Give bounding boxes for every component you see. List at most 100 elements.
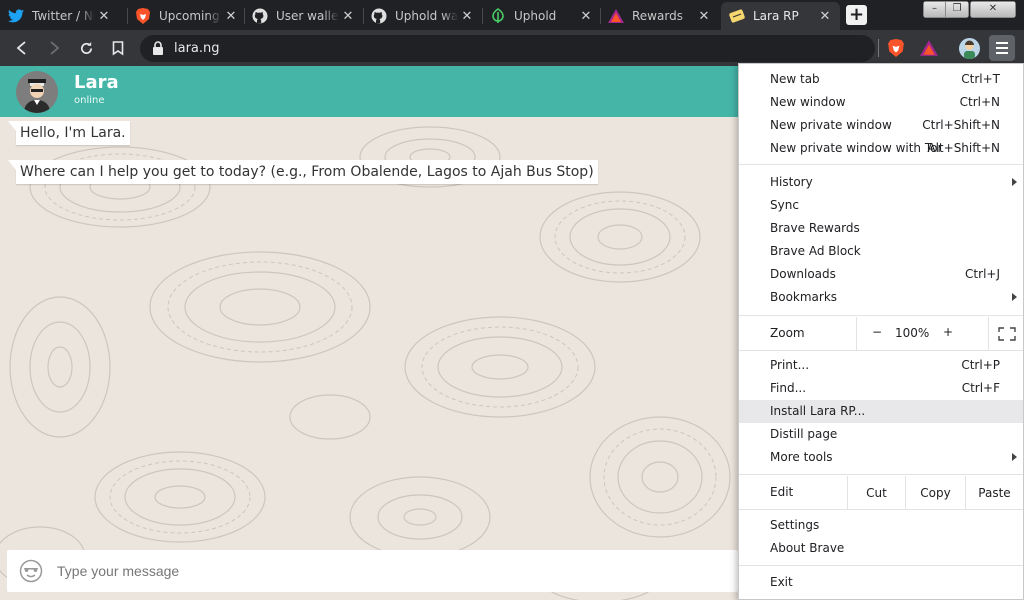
menu-edit-row: Edit Cut Copy Paste — [739, 476, 1023, 509]
menu-item-new-window[interactable]: New window Ctrl+N — [739, 91, 1023, 114]
paste-button[interactable]: Paste — [965, 476, 1023, 509]
message-input[interactable] — [57, 558, 717, 584]
tab-uphold-wallet[interactable]: Uphold wall ✕ — [363, 2, 482, 30]
lara-icon — [729, 8, 745, 24]
close-icon[interactable]: ✕ — [339, 9, 357, 24]
menu-item-label: Print... — [770, 358, 810, 372]
reload-button[interactable] — [74, 36, 98, 60]
close-icon[interactable]: ✕ — [222, 9, 240, 24]
menu-item-about-brave[interactable]: About Brave — [739, 537, 1023, 560]
menu-separator — [739, 164, 1023, 165]
profile-avatar[interactable] — [959, 38, 980, 59]
tab-user-wallet[interactable]: User wallet ✕ — [244, 2, 363, 30]
menu-separator — [739, 565, 1023, 566]
copy-button[interactable]: Copy — [905, 476, 965, 509]
menu-item-label: New window — [770, 95, 846, 109]
menu-item-new-private-window[interactable]: New private window Ctrl+Shift+N — [739, 114, 1023, 137]
forward-button[interactable] — [42, 36, 66, 60]
menu-item-install-app[interactable]: Install Lara RP... — [739, 400, 1023, 423]
back-icon — [16, 41, 26, 55]
menu-item-new-tab[interactable]: New tab Ctrl+T — [739, 68, 1023, 91]
menu-item-find[interactable]: Find... Ctrl+F — [739, 377, 1023, 400]
message-bubble: Where can I help you get to today? (e.g.… — [8, 160, 598, 184]
menu-item-shortcut: Ctrl+T — [961, 72, 1000, 86]
bot-avatar — [16, 71, 58, 113]
menu-item-label: Brave Rewards — [770, 221, 860, 235]
brave-rewards-button[interactable] — [917, 36, 941, 60]
fullscreen-button[interactable] — [988, 317, 1024, 350]
rewards-triangle-icon — [920, 40, 938, 56]
menu-item-downloads[interactable]: Downloads Ctrl+J — [739, 263, 1023, 286]
menu-item-shortcut: Ctrl+N — [959, 95, 1000, 109]
brave-shields-button[interactable] — [884, 36, 908, 60]
tab-title: User wallet — [276, 9, 339, 23]
address-bar[interactable]: lara.ng — [140, 35, 875, 62]
zoom-controls: − 100% + — [856, 317, 1024, 350]
menu-item-label: Sync — [770, 198, 799, 212]
zoom-out-button[interactable]: − — [870, 325, 884, 339]
menu-item-brave-ad-block[interactable]: Brave Ad Block — [739, 240, 1023, 263]
tab-title: Twitter / No — [32, 9, 95, 23]
main-menu-button[interactable] — [989, 35, 1015, 61]
menu-item-label: More tools — [770, 450, 833, 464]
menu-item-brave-rewards[interactable]: Brave Rewards — [739, 217, 1023, 240]
menu-separator — [739, 315, 1023, 316]
close-window-button[interactable]: ✕ — [970, 1, 1016, 18]
menu-item-label: Install Lara RP... — [770, 404, 866, 418]
menu-item-bookmarks[interactable]: Bookmarks — [739, 286, 1023, 309]
bookmark-icon — [112, 40, 124, 55]
cut-button[interactable]: Cut — [847, 476, 905, 509]
menu-item-shortcut: Ctrl+F — [961, 381, 1000, 395]
close-window-icon: ✕ — [971, 2, 1015, 17]
menu-item-label: Downloads — [770, 267, 836, 281]
menu-item-sync[interactable]: Sync — [739, 194, 1023, 217]
brave-icon — [135, 8, 151, 24]
tab-title: Uphold — [514, 9, 557, 23]
close-icon[interactable]: ✕ — [458, 9, 476, 24]
menu-item-history[interactable]: History — [739, 171, 1023, 194]
restore-icon[interactable]: ❐ — [946, 2, 968, 17]
menu-item-label: Find... — [770, 381, 807, 395]
tab-rewards[interactable]: Rewards ✕ — [600, 2, 719, 30]
close-icon[interactable]: ✕ — [695, 9, 713, 24]
toolbar: lara.ng — [0, 30, 1024, 66]
bot-name: Lara — [74, 72, 119, 93]
message-bubble: Hello, I'm Lara. — [8, 121, 130, 145]
emoji-sunglasses-icon[interactable] — [19, 559, 43, 583]
minimize-icon[interactable]: – — [924, 2, 946, 17]
lock-icon — [153, 41, 163, 55]
tab-lara-rp[interactable]: Lara RP ✕ — [721, 2, 840, 30]
menu-item-label: New private window — [770, 118, 892, 132]
menu-item-label: New tab — [770, 72, 820, 86]
tab-uphold[interactable]: Uphold ✕ — [482, 2, 601, 30]
toolbar-separator — [878, 39, 879, 57]
new-tab-button[interactable]: + — [846, 5, 867, 25]
submenu-arrow-icon — [1012, 293, 1017, 301]
menu-item-settings[interactable]: Settings — [739, 514, 1023, 537]
menu-item-label: New private window with Tor — [770, 141, 943, 155]
menu-item-print[interactable]: Print... Ctrl+P — [739, 354, 1023, 377]
twitter-icon — [8, 8, 24, 24]
menu-item-distill-page[interactable]: Distill page — [739, 423, 1023, 446]
github-icon — [371, 8, 387, 24]
menu-item-label: Distill page — [770, 427, 838, 441]
back-button[interactable] — [10, 36, 34, 60]
close-icon[interactable]: ✕ — [95, 9, 113, 24]
bookmark-button[interactable] — [106, 36, 130, 60]
close-icon[interactable]: ✕ — [816, 9, 834, 24]
zoom-in-button[interactable]: + — [941, 325, 955, 339]
menu-item-new-private-window-tor[interactable]: New private window with Tor Alt+Shift+N — [739, 137, 1023, 160]
close-icon[interactable]: ✕ — [577, 9, 595, 24]
zoom-level: 100% — [895, 326, 930, 340]
zoom-label: Zoom — [770, 326, 805, 340]
submenu-arrow-icon — [1012, 178, 1017, 186]
reload-icon — [80, 41, 92, 54]
uphold-icon — [490, 8, 506, 24]
address-text[interactable]: lara.ng — [174, 41, 220, 56]
tab-title: Lara RP — [753, 9, 799, 23]
tab-twitter[interactable]: Twitter / No ✕ — [0, 2, 119, 30]
menu-item-more-tools[interactable]: More tools — [739, 446, 1023, 469]
menu-item-shortcut: Alt+Shift+N — [927, 141, 1000, 155]
menu-item-exit[interactable]: Exit — [739, 571, 1023, 594]
tab-upcoming[interactable]: Upcoming S ✕ — [127, 2, 246, 30]
